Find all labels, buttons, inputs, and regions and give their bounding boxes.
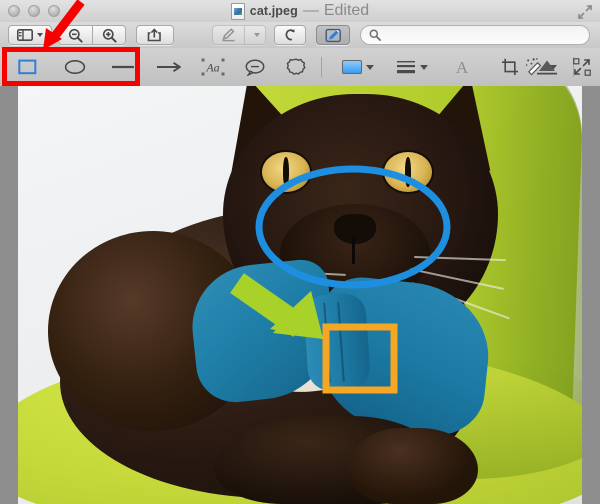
crop-icon	[502, 58, 518, 75]
markup-annotation-layer[interactable]	[18, 86, 582, 504]
crop-button[interactable]	[498, 57, 522, 77]
sketch-button[interactable]	[212, 25, 244, 45]
photo-cat-jpeg[interactable]	[18, 86, 582, 504]
adjust-color-button[interactable]	[534, 57, 560, 77]
arrow-annotation-bowtie[interactable]	[230, 273, 323, 339]
title-edited-state: Edited	[323, 2, 370, 19]
line-weight-button[interactable]	[392, 57, 432, 77]
rotate-left-icon	[285, 28, 295, 40]
callout-red-arrow	[43, 0, 85, 50]
search-icon	[369, 29, 381, 41]
starburst-icon	[286, 58, 306, 75]
shape-arrow-tool[interactable]	[156, 57, 182, 77]
chevron-down-icon	[366, 64, 374, 70]
highlight-shape-tool[interactable]	[283, 57, 309, 77]
pen-icon	[222, 28, 235, 42]
adjust-size-button[interactable]	[570, 57, 594, 77]
share-button[interactable]	[136, 25, 174, 45]
text-aa-icon: Aa	[201, 58, 225, 76]
zoom-in-button[interactable]	[92, 25, 126, 45]
title-filename: cat.jpeg	[249, 4, 298, 18]
callout-red-box	[2, 47, 140, 86]
image-document-icon	[230, 2, 245, 20]
arrow-icon	[157, 62, 181, 72]
toolbar-separator	[321, 57, 322, 77]
chevron-down-icon	[420, 64, 428, 70]
markup-pen-icon	[325, 28, 341, 42]
adjust-color-icon	[537, 60, 557, 75]
rotate-button[interactable]	[274, 25, 306, 45]
chevron-down-icon	[254, 33, 260, 37]
title-separator: —	[302, 2, 319, 19]
speech-bubble-tool[interactable]	[242, 57, 268, 77]
rectangle-annotation-bowtie-knot[interactable]	[322, 323, 398, 394]
resize-icon	[573, 58, 591, 76]
line-weight-icon	[397, 61, 415, 74]
fullscreen-expand-icon[interactable]	[576, 3, 594, 21]
share-icon	[147, 28, 161, 42]
font-a-icon: A	[456, 58, 469, 76]
speech-bubble-icon	[245, 59, 265, 76]
close-button[interactable]	[8, 5, 20, 17]
image-canvas[interactable]	[0, 86, 600, 504]
search-input[interactable]	[360, 25, 590, 45]
color-swatch-icon	[342, 60, 362, 74]
zoom-in-icon	[102, 28, 117, 43]
font-style-button[interactable]: A	[450, 57, 474, 77]
shape-color-button[interactable]	[336, 57, 380, 77]
preview-window: cat.jpeg — Edited Aa A	[0, 0, 600, 504]
svg-text:Aa: Aa	[205, 61, 219, 75]
oval-annotation-nose[interactable]	[255, 165, 451, 289]
sketch-menu-button[interactable]	[244, 25, 266, 45]
svg-text:A: A	[456, 58, 469, 76]
markup-toolbar-button[interactable]	[316, 25, 350, 45]
text-tool[interactable]: Aa	[200, 57, 226, 77]
